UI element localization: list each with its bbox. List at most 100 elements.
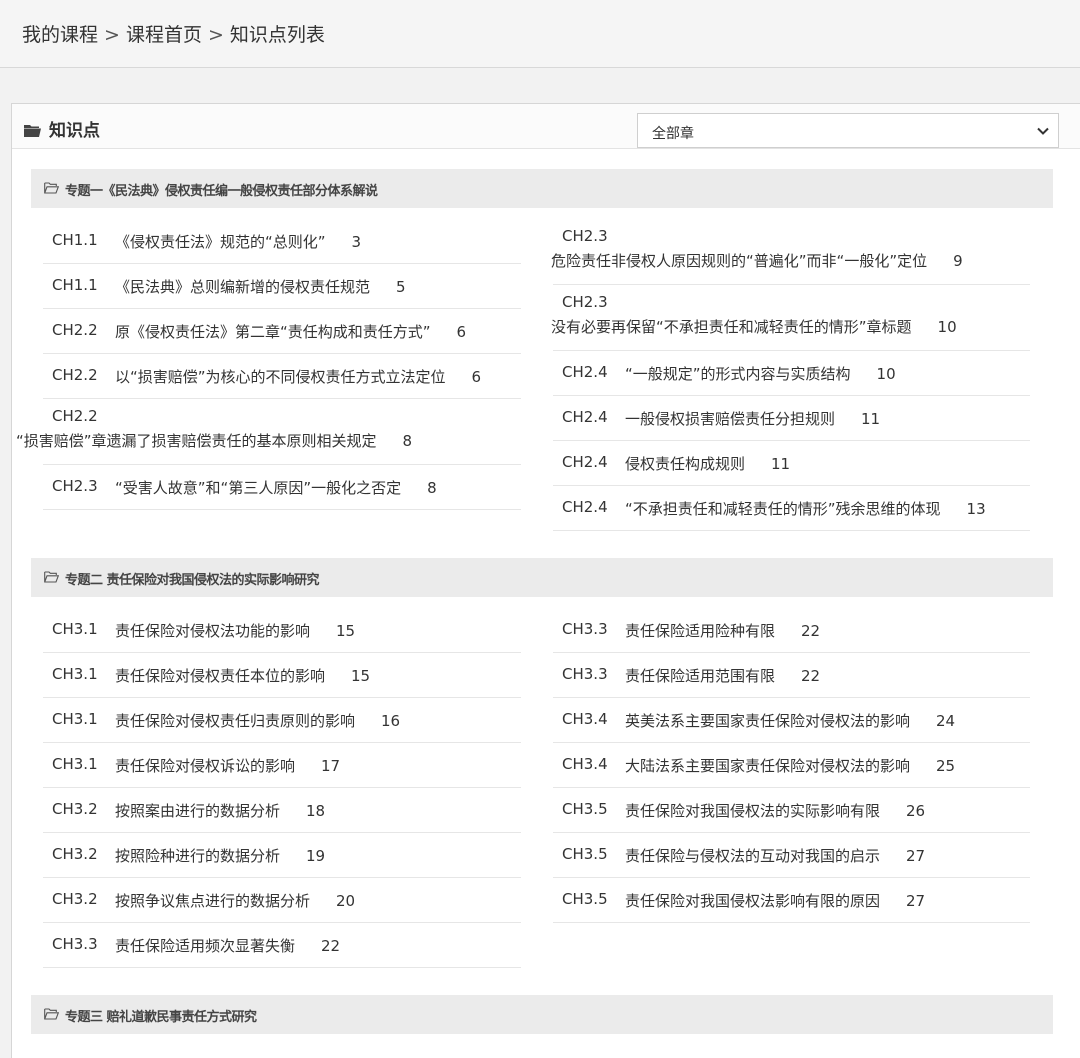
- page-number: 19: [306, 847, 326, 865]
- chapter-number: CH2.3: [562, 293, 608, 311]
- page-number: 5: [396, 278, 406, 296]
- chapter-number: CH3.4: [562, 755, 608, 773]
- knowledge-point-item[interactable]: CH1.1 《民法典》总则编新增的侵权责任规范 5: [43, 264, 521, 309]
- page-number: 6: [456, 323, 467, 341]
- chapter-number: CH2.4: [562, 453, 608, 471]
- knowledge-point-title: 责任保险对侵权法功能的影响: [115, 622, 311, 640]
- knowledge-point-line: 责任保险适用频次显著失衡 22: [115, 935, 340, 956]
- knowledge-point-line: 按照险种进行的数据分析 19: [115, 845, 325, 866]
- knowledge-point-item[interactable]: CH3.1 责任保险对侵权诉讼的影响 17: [43, 743, 521, 788]
- chapter-number: CH3.4: [562, 710, 608, 728]
- chapter-number: CH2.3: [562, 227, 608, 245]
- knowledge-point-line: 责任保险适用范围有限 22: [625, 665, 820, 686]
- chapter-number: CH3.3: [562, 620, 608, 638]
- chapter-number: CH2.3: [52, 477, 98, 495]
- knowledge-point-item[interactable]: CH3.5 责任保险对我国侵权法的实际影响有限 26: [553, 788, 1030, 833]
- knowledge-point-item[interactable]: CH3.3 责任保险适用险种有限 22: [553, 608, 1030, 653]
- knowledge-point-title: 责任保险对我国侵权法影响有限的原因: [625, 892, 881, 910]
- knowledge-point-line: 《民法典》总则编新增的侵权责任规范 5: [115, 276, 406, 297]
- topic-header[interactable]: 专题三 赔礼道歉民事责任方式研究: [31, 995, 1053, 1034]
- knowledge-point-title: 责任保险对侵权责任本位的影响: [115, 667, 326, 685]
- knowledge-point-title: 责任保险对侵权责任归责原则的影响: [115, 712, 356, 730]
- knowledge-point-line: 责任保险与侵权法的互动对我国的启示 27: [625, 845, 925, 866]
- knowledge-point-item[interactable]: CH3.1 责任保险对侵权法功能的影响 15: [43, 608, 521, 653]
- knowledge-point-item[interactable]: CH3.1 责任保险对侵权责任本位的影响 15: [43, 653, 521, 698]
- knowledge-point-item[interactable]: CH2.4 一般侵权损害赔偿责任分担规则 11: [553, 396, 1030, 441]
- breadcrumb-separator: >: [207, 24, 224, 46]
- knowledge-point-item[interactable]: CH3.5 责任保险与侵权法的互动对我国的启示 27: [553, 833, 1030, 878]
- chapter-number: CH3.5: [562, 800, 608, 818]
- page-number: 27: [906, 847, 926, 865]
- knowledge-point-line: 一般侵权损害赔偿责任分担规则 11: [625, 408, 880, 429]
- knowledge-point-item[interactable]: CH3.5 责任保险对我国侵权法影响有限的原因 27: [553, 878, 1030, 923]
- knowledge-point-line: 责任保险对我国侵权法影响有限的原因 27: [625, 890, 925, 911]
- chapter-number: CH3.1: [52, 755, 98, 773]
- knowledge-point-item[interactable]: CH2.4 侵权责任构成规则 11: [553, 441, 1030, 486]
- knowledge-point-item[interactable]: CH2.2 原《侵权责任法》第二章“责任构成和责任方式” 6: [43, 309, 521, 354]
- knowledge-point-title: 按照案由进行的数据分析: [115, 802, 281, 820]
- knowledge-point-item[interactable]: CH3.2 按照争议焦点进行的数据分析 20: [43, 878, 521, 923]
- knowledge-point-line: 大陆法系主要国家责任保险对侵权法的影响 25: [625, 755, 955, 776]
- page-number: 22: [321, 937, 341, 955]
- knowledge-point-line: “不承担责任和减轻责任的情形”残余思维的体现 13: [625, 498, 986, 519]
- chapter-number: CH1.1: [52, 276, 98, 294]
- knowledge-point-item[interactable]: CH2.4 “一般规定”的形式内容与实质结构 10: [553, 351, 1030, 396]
- knowledge-point-title: 侵权责任构成规则: [625, 455, 746, 473]
- knowledge-point-line: 责任保险对侵权诉讼的影响 17: [115, 755, 340, 776]
- knowledge-point-title: 大陆法系主要国家责任保险对侵权法的影响: [625, 757, 911, 775]
- topic-header[interactable]: 专题一《民法典》侵权责任编一般侵权责任部分体系解说: [31, 169, 1053, 208]
- chapter-number: CH2.2: [52, 407, 98, 425]
- knowledge-point-line: 没有必要再保留“不承担责任和减轻责任的情形”章标题 10: [551, 316, 957, 337]
- knowledge-point-item[interactable]: CH2.3 危险责任非侵权人原因规则的“普遍化”而非“一般化”定位 9: [551, 219, 1030, 285]
- knowledge-point-item[interactable]: CH2.3 “受害人故意”和“第三人原因”一般化之否定 8: [43, 465, 521, 510]
- knowledge-point-item[interactable]: CH3.4 英美法系主要国家责任保险对侵权法的影响 24: [553, 698, 1030, 743]
- folder-icon: [24, 125, 41, 137]
- knowledge-point-item[interactable]: CH3.3 责任保险适用范围有限 22: [553, 653, 1030, 698]
- breadcrumb-my-courses[interactable]: 我的课程: [22, 24, 98, 46]
- knowledge-point-line: 危险责任非侵权人原因规则的“普遍化”而非“一般化”定位 9: [551, 250, 963, 271]
- knowledge-point-item[interactable]: CH3.3 责任保险适用频次显著失衡 22: [43, 923, 521, 968]
- knowledge-point-title: 没有必要再保留“不承担责任和减轻责任的情形”章标题: [551, 318, 912, 336]
- knowledge-point-item[interactable]: CH2.4 “不承担责任和减轻责任的情形”残余思维的体现 13: [553, 486, 1030, 531]
- chapter-select[interactable]: 全部章: [637, 113, 1059, 148]
- knowledge-point-title: 责任保险适用范围有限: [625, 667, 776, 685]
- chapter-number: CH3.2: [52, 890, 98, 908]
- knowledge-point-line: “一般规定”的形式内容与实质结构 10: [625, 363, 896, 384]
- knowledge-panel: 知识点 全部章 专题一《民法典》侵权责任编一般侵权责任部分体系解说 CH1.1 《侵…: [11, 103, 1080, 1058]
- page-number: 11: [861, 410, 881, 428]
- knowledge-point-line: 按照争议焦点进行的数据分析 20: [115, 890, 355, 911]
- knowledge-point-title: 责任保险适用险种有限: [625, 622, 776, 640]
- chapter-number: CH3.1: [52, 620, 98, 638]
- folder-open-icon: [44, 571, 59, 583]
- chapter-number: CH2.4: [562, 363, 608, 381]
- chapter-number: CH3.5: [562, 890, 608, 908]
- breadcrumb-course-home[interactable]: 课程首页: [126, 24, 202, 46]
- knowledge-point-line: 按照案由进行的数据分析 18: [115, 800, 325, 821]
- knowledge-point-item[interactable]: CH2.2 “损害赔偿”章遗漏了损害赔偿责任的基本原则相关规定 8: [16, 399, 521, 465]
- page-number: 9: [953, 252, 963, 270]
- knowledge-point-title: 按照险种进行的数据分析: [115, 847, 281, 865]
- page-number: 18: [306, 802, 326, 820]
- topic-header[interactable]: 专题二 责任保险对我国侵权法的实际影响研究: [31, 558, 1053, 597]
- topic-title: 专题二 责任保险对我国侵权法的实际影响研究: [65, 573, 320, 588]
- page-number: 17: [321, 757, 341, 775]
- knowledge-point-title: 《侵权责任法》规范的“总则化”: [115, 233, 326, 251]
- knowledge-point-title: “不承担责任和减轻责任的情形”残余思维的体现: [625, 500, 941, 518]
- panel-title-text: 知识点: [49, 121, 100, 141]
- knowledge-point-line: 以“损害赔偿”为核心的不同侵权责任方式立法定位 6: [115, 366, 481, 387]
- chapter-number: CH3.3: [52, 935, 98, 953]
- knowledge-point-item[interactable]: CH3.2 按照险种进行的数据分析 19: [43, 833, 521, 878]
- knowledge-point-item[interactable]: CH3.4 大陆法系主要国家责任保险对侵权法的影响 25: [553, 743, 1030, 788]
- knowledge-point-item[interactable]: CH3.1 责任保险对侵权责任归责原则的影响 16: [43, 698, 521, 743]
- knowledge-point-line: 责任保险对侵权责任归责原则的影响 16: [115, 710, 400, 731]
- panel-header: 知识点 全部章: [12, 104, 1080, 149]
- folder-open-icon: [44, 1008, 59, 1020]
- knowledge-point-item[interactable]: CH2.2 以“损害赔偿”为核心的不同侵权责任方式立法定位 6: [43, 354, 521, 399]
- knowledge-point-item[interactable]: CH2.3 没有必要再保留“不承担责任和减轻责任的情形”章标题 10: [551, 285, 1030, 351]
- breadcrumb-separator: >: [104, 24, 120, 46]
- page-number: 3: [351, 233, 362, 251]
- knowledge-point-line: 《侵权责任法》规范的“总则化” 3: [115, 231, 361, 252]
- knowledge-point-line: 原《侵权责任法》第二章“责任构成和责任方式” 6: [115, 321, 466, 342]
- knowledge-point-item[interactable]: CH1.1 《侵权责任法》规范的“总则化” 3: [43, 219, 521, 264]
- knowledge-point-item[interactable]: CH3.2 按照案由进行的数据分析 18: [43, 788, 521, 833]
